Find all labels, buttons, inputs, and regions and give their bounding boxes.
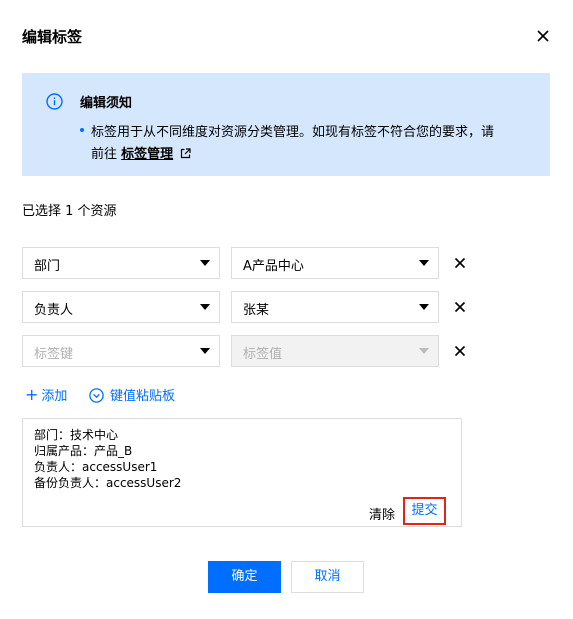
tag-key-value: 负责人 [34,303,74,318]
remove-row-icon[interactable] [452,255,468,271]
caret-down-icon [200,260,210,266]
caret-down-icon [200,348,210,354]
caret-down-icon [419,260,429,266]
submit-button[interactable]: 提交 [403,497,446,525]
tag-value-select[interactable]: 张某 [231,291,439,323]
tag-key-select[interactable]: 标签键 [22,335,220,367]
notice-link-prefix: 前往 [91,147,122,162]
remove-row-icon[interactable] [452,343,468,359]
info-icon [46,93,63,110]
clipboard-label: 键值粘贴板 [110,389,176,404]
cancel-button[interactable]: 取消 [291,561,364,593]
add-tag-button[interactable]: + 添加 [25,385,67,404]
caret-down-icon [419,304,429,310]
tag-value-placeholder: 标签值 [243,347,283,362]
remove-row-icon[interactable] [452,299,468,315]
notice-text-line2: 前往 标签管理 [91,143,191,162]
caret-down-icon [419,348,429,354]
clipboard-toggle-button[interactable]: 键值粘贴板 [89,385,175,404]
tag-key-select[interactable]: 部门 [22,247,220,279]
add-tag-label: 添加 [41,389,68,404]
chevron-down-circle-icon [89,388,104,403]
dialog-title: 编辑标签 [22,28,83,46]
close-icon[interactable] [533,26,553,46]
external-link-icon[interactable] [180,148,191,159]
tag-management-link[interactable]: 标签管理 [121,147,173,162]
clipboard-textarea[interactable]: 部门：技术中心 归属产品：产品_B 负责人：accessUser1 备份负责人：… [22,418,462,527]
bullet-dot [80,128,84,132]
clear-button[interactable]: 清除 [369,504,395,523]
confirm-button[interactable]: 确定 [208,561,281,593]
tag-value-select[interactable]: A产品中心 [231,247,439,279]
notice-title: 编辑须知 [80,96,133,111]
tag-value-select-disabled: 标签值 [231,335,439,367]
tag-value-value: A产品中心 [243,259,304,274]
selected-resource-count: 已选择 1 个资源 [22,204,117,219]
notice-text: 标签用于从不同维度对资源分类管理。如现有标签不符合您的要求，请 [91,125,495,140]
clipboard-content[interactable]: 部门：技术中心 归属产品：产品_B 负责人：accessUser1 备份负责人：… [34,427,181,491]
notice-banner: 编辑须知 标签用于从不同维度对资源分类管理。如现有标签不符合您的要求，请 前往 … [22,73,550,176]
caret-down-icon [200,304,210,310]
tag-key-select[interactable]: 负责人 [22,291,220,323]
tag-value-value: 张某 [243,303,270,318]
tag-key-value: 部门 [34,259,61,274]
tag-key-placeholder: 标签键 [34,347,74,362]
plus-icon: + [25,385,39,404]
